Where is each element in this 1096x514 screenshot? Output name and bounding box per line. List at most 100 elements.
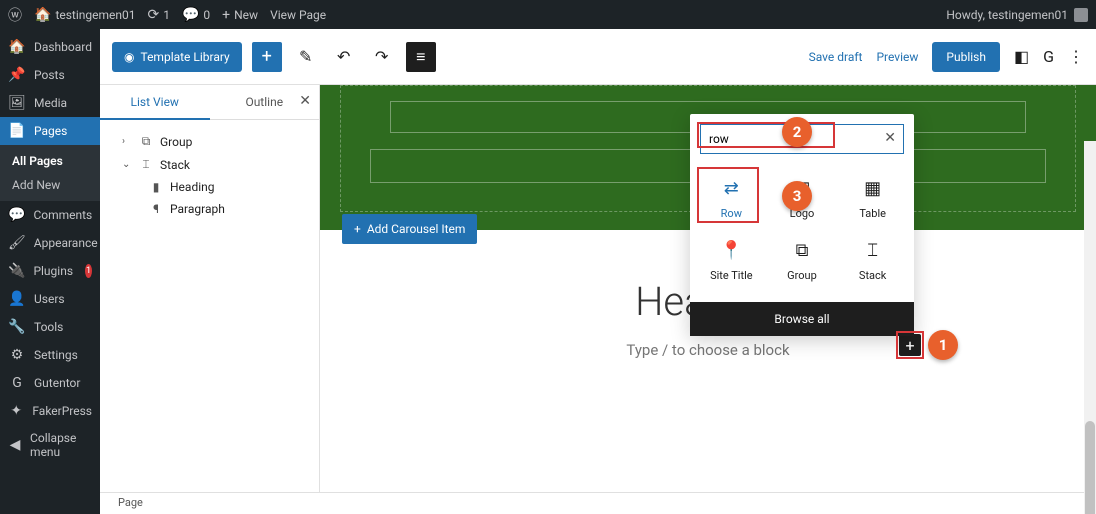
howdy-text[interactable]: Howdy, testingemen01 [946, 8, 1068, 22]
block-option-table[interactable]: ▦Table [837, 168, 908, 230]
stack-icon: ⌶ [867, 240, 878, 261]
menu-settings[interactable]: ⚙Settings [0, 341, 100, 369]
add-carousel-item-button[interactable]: +Add Carousel Item [342, 214, 477, 244]
redo-button[interactable]: ↷ [368, 43, 396, 71]
wordpress-icon: ⓦ [8, 5, 22, 25]
updates-link[interactable]: ⟳1 [148, 7, 170, 23]
submenu-add-new[interactable]: Add New [0, 173, 100, 197]
home-icon: 🏠 [34, 7, 51, 23]
site-link[interactable]: 🏠 testingemen01 [34, 7, 136, 23]
page-icon: 📄 [8, 123, 26, 139]
block-editor: ◉Template Library + ✎ ↶ ↷ ≡ Save draft P… [100, 29, 1096, 514]
library-icon: ◉ [124, 50, 134, 64]
more-options-button[interactable]: ⋮ [1068, 47, 1084, 66]
menu-fakerpress[interactable]: ✦FakerPress [0, 397, 100, 425]
comments-count: 0 [203, 8, 210, 22]
wp-admin-bar: ⓦ 🏠 testingemen01 ⟳1 💬0 +New View Page Ho… [0, 0, 1096, 29]
template-library-button[interactable]: ◉Template Library [112, 42, 242, 72]
plus-icon: + [905, 336, 914, 355]
menu-gutentor[interactable]: GGutentor [0, 369, 100, 397]
plus-icon: + [222, 7, 230, 23]
tree-paragraph[interactable]: ¶Paragraph [108, 198, 311, 220]
block-option-row[interactable]: ⇄Row [696, 168, 767, 230]
menu-plugins[interactable]: 🔌Plugins1 [0, 257, 100, 285]
gutentor-icon: G [8, 375, 26, 391]
block-inserter-popup: ✕ ⇄Row ◧Logo ▦Table 📍Site Title ⧉Group ⌶… [690, 114, 914, 336]
chevron-right-icon: › [122, 136, 132, 147]
view-page-link[interactable]: View Page [270, 8, 326, 22]
list-view-panel: List View Outline ✕ ›⧉Group ⌄⌶Stack ▮Hea… [100, 85, 320, 514]
dashboard-icon: 🏠 [8, 39, 26, 55]
gear-icon: ⚙ [8, 347, 26, 363]
callout-3: 3 [782, 181, 812, 211]
paragraph-placeholder[interactable]: Type / to choose a block [320, 341, 1096, 359]
menu-comments[interactable]: 💬Comments [0, 201, 100, 229]
gutentor-toggle[interactable]: G [1043, 47, 1054, 66]
block-option-site-title[interactable]: 📍Site Title [696, 230, 767, 292]
pin-icon: 📌 [8, 67, 26, 83]
menu-users[interactable]: 👤Users [0, 285, 100, 313]
breadcrumb[interactable]: Page [118, 496, 143, 509]
collapse-icon: ◀ [8, 437, 22, 453]
menu-dashboard[interactable]: 🏠Dashboard [0, 33, 100, 61]
close-icon: ✕ [884, 130, 896, 146]
brush-icon: 🖌 [8, 235, 26, 251]
view-page-label: View Page [270, 8, 326, 22]
group-icon: ⧉ [796, 240, 809, 261]
callout-2: 2 [782, 117, 812, 147]
add-block-inline-button[interactable]: + [899, 334, 921, 356]
pencil-icon: ✎ [299, 47, 312, 66]
tree-heading[interactable]: ▮Heading [108, 176, 311, 198]
close-icon: ✕ [299, 93, 311, 109]
menu-posts[interactable]: 📌Posts [0, 61, 100, 89]
comments-link[interactable]: 💬0 [182, 7, 210, 23]
scrollbar-thumb[interactable] [1085, 421, 1095, 514]
menu-pages[interactable]: 📄Pages [0, 117, 100, 145]
comments-icon: 💬 [8, 207, 25, 223]
block-tree: ›⧉Group ⌄⌶Stack ▮Heading ¶Paragraph [100, 120, 319, 230]
plus-icon: + [354, 222, 361, 236]
stack-icon: ⌶ [138, 157, 154, 172]
fakerpress-icon: ✦ [8, 403, 24, 419]
edit-button[interactable]: ✎ [292, 43, 320, 71]
add-block-button[interactable]: + [252, 42, 282, 72]
menu-collapse[interactable]: ◀Collapse menu [0, 425, 100, 465]
preview-button[interactable]: Preview [876, 50, 918, 64]
vertical-scrollbar[interactable] [1084, 141, 1096, 514]
submenu-all-pages[interactable]: All Pages [0, 149, 100, 173]
plugin-badge: 1 [85, 264, 92, 278]
undo-button[interactable]: ↶ [330, 43, 358, 71]
tree-group[interactable]: ›⧉Group [108, 130, 311, 153]
site-name: testingemen01 [55, 8, 135, 22]
heading-icon: ▮ [148, 180, 164, 194]
avatar[interactable] [1074, 8, 1088, 22]
menu-appearance[interactable]: 🖌Appearance [0, 229, 100, 257]
new-link[interactable]: +New [222, 7, 258, 23]
close-panel-button[interactable]: ✕ [299, 93, 311, 109]
user-icon: 👤 [8, 291, 26, 307]
publish-button[interactable]: Publish [932, 42, 1000, 72]
updates-count: 1 [163, 8, 170, 22]
group-icon: ⧉ [138, 134, 154, 149]
wp-logo[interactable]: ⓦ [8, 5, 22, 25]
settings-panel-toggle[interactable]: ◧ [1014, 47, 1029, 66]
browse-all-button[interactable]: Browse all [690, 302, 914, 336]
wp-admin-sidebar: 🏠Dashboard 📌Posts 🖼Media 📄Pages All Page… [0, 29, 100, 514]
block-option-group[interactable]: ⧉Group [767, 230, 838, 292]
clear-search-button[interactable]: ✕ [884, 130, 896, 146]
plus-icon: + [262, 46, 272, 67]
pin-icon: 📍 [720, 240, 742, 261]
block-option-stack[interactable]: ⌶Stack [837, 230, 908, 292]
menu-media[interactable]: 🖼Media [0, 89, 100, 117]
submenu-pages: All Pages Add New [0, 145, 100, 201]
list-view-toggle[interactable]: ≡ [406, 42, 436, 72]
tree-stack[interactable]: ⌄⌶Stack [108, 153, 311, 176]
redo-icon: ↷ [375, 47, 388, 66]
wrench-icon: 🔧 [8, 319, 26, 335]
tab-list-view[interactable]: List View [100, 85, 210, 119]
menu-tools[interactable]: 🔧Tools [0, 313, 100, 341]
media-icon: 🖼 [8, 95, 26, 111]
editor-canvas[interactable]: +Add Carousel Item Heading Type / to cho… [320, 85, 1096, 514]
save-draft-button[interactable]: Save draft [809, 50, 863, 64]
row-icon: ⇄ [724, 178, 739, 199]
